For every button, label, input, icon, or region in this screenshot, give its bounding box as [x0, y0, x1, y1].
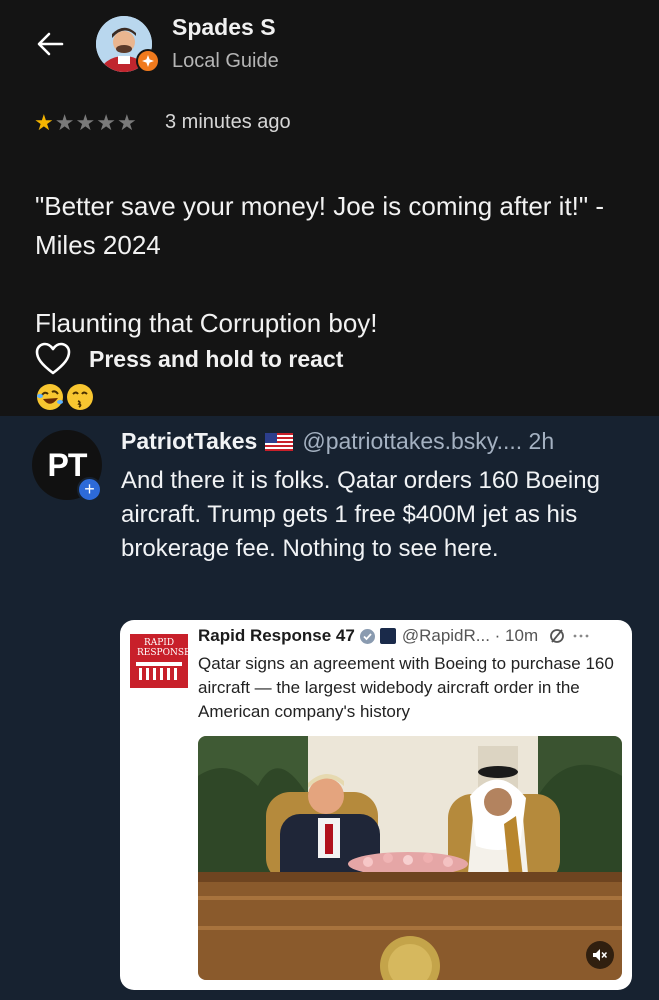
quote-author[interactable]: Rapid Response 47 — [198, 626, 355, 646]
quote-card[interactable]: RAPID RESPONSE Rapid Response 47 @RapidR… — [120, 620, 632, 990]
post-header: PatriotTakes @patriottakes.bsky.... 2h — [121, 428, 554, 455]
star-empty-icon: ★ — [75, 110, 96, 135]
us-flag-icon — [265, 432, 294, 451]
react-label: Press and hold to react — [89, 345, 344, 372]
quote-handle-time: @RapidR... · 10m — [401, 626, 539, 645]
star-empty-icon: ★ — [116, 110, 137, 135]
user-subtitle: Local Guide — [172, 50, 279, 72]
star-filled-icon: ★ — [34, 110, 54, 135]
verified-icon — [359, 628, 375, 644]
follow-plus-icon[interactable]: + — [77, 477, 102, 502]
more-icon[interactable] — [572, 627, 590, 645]
star-rating: ★ ★ ★ ★ ★ — [34, 110, 137, 136]
star-empty-icon: ★ — [54, 110, 75, 135]
post-handle-time: @patriottakes.bsky.... 2h — [302, 428, 555, 454]
user-name[interactable]: Spades S — [172, 14, 276, 41]
review-time: 3 minutes ago — [165, 111, 291, 133]
review-text-line2: Flaunting that Corruption boy! — [35, 308, 378, 338]
review-text-line1: "Better save your money! Joe is coming a… — [35, 191, 605, 260]
heart-outline-icon — [35, 342, 71, 375]
sync-icon — [550, 629, 565, 643]
mute-icon — [593, 949, 608, 961]
post-body: And there it is folks. Qatar orders 160 … — [121, 467, 600, 562]
star-empty-icon: ★ — [96, 110, 116, 135]
review-text: "Better save your money! Joe is coming a… — [35, 148, 635, 423]
react-button[interactable]: Press and hold to react — [35, 342, 343, 376]
mute-button[interactable] — [586, 941, 614, 969]
post-avatar-text: PT — [47, 446, 88, 483]
review-section: Spades S Local Guide ★ ★ ★ ★ ★ 3 minutes ago… — [0, 0, 659, 416]
post-author[interactable]: PatriotTakes — [121, 428, 257, 455]
quote-text: Qatar signs an agreement with Boeing to … — [198, 654, 614, 721]
rapid-response-logo: RAPID RESPONSE — [130, 634, 191, 688]
local-guide-badge-icon — [136, 49, 160, 73]
back-button[interactable] — [30, 24, 70, 64]
quote-header: Rapid Response 47 @RapidR... · 10m — [198, 626, 590, 646]
government-badge-icon — [379, 628, 396, 644]
back-arrow-icon — [37, 32, 64, 56]
quote-photo[interactable] — [198, 736, 622, 980]
